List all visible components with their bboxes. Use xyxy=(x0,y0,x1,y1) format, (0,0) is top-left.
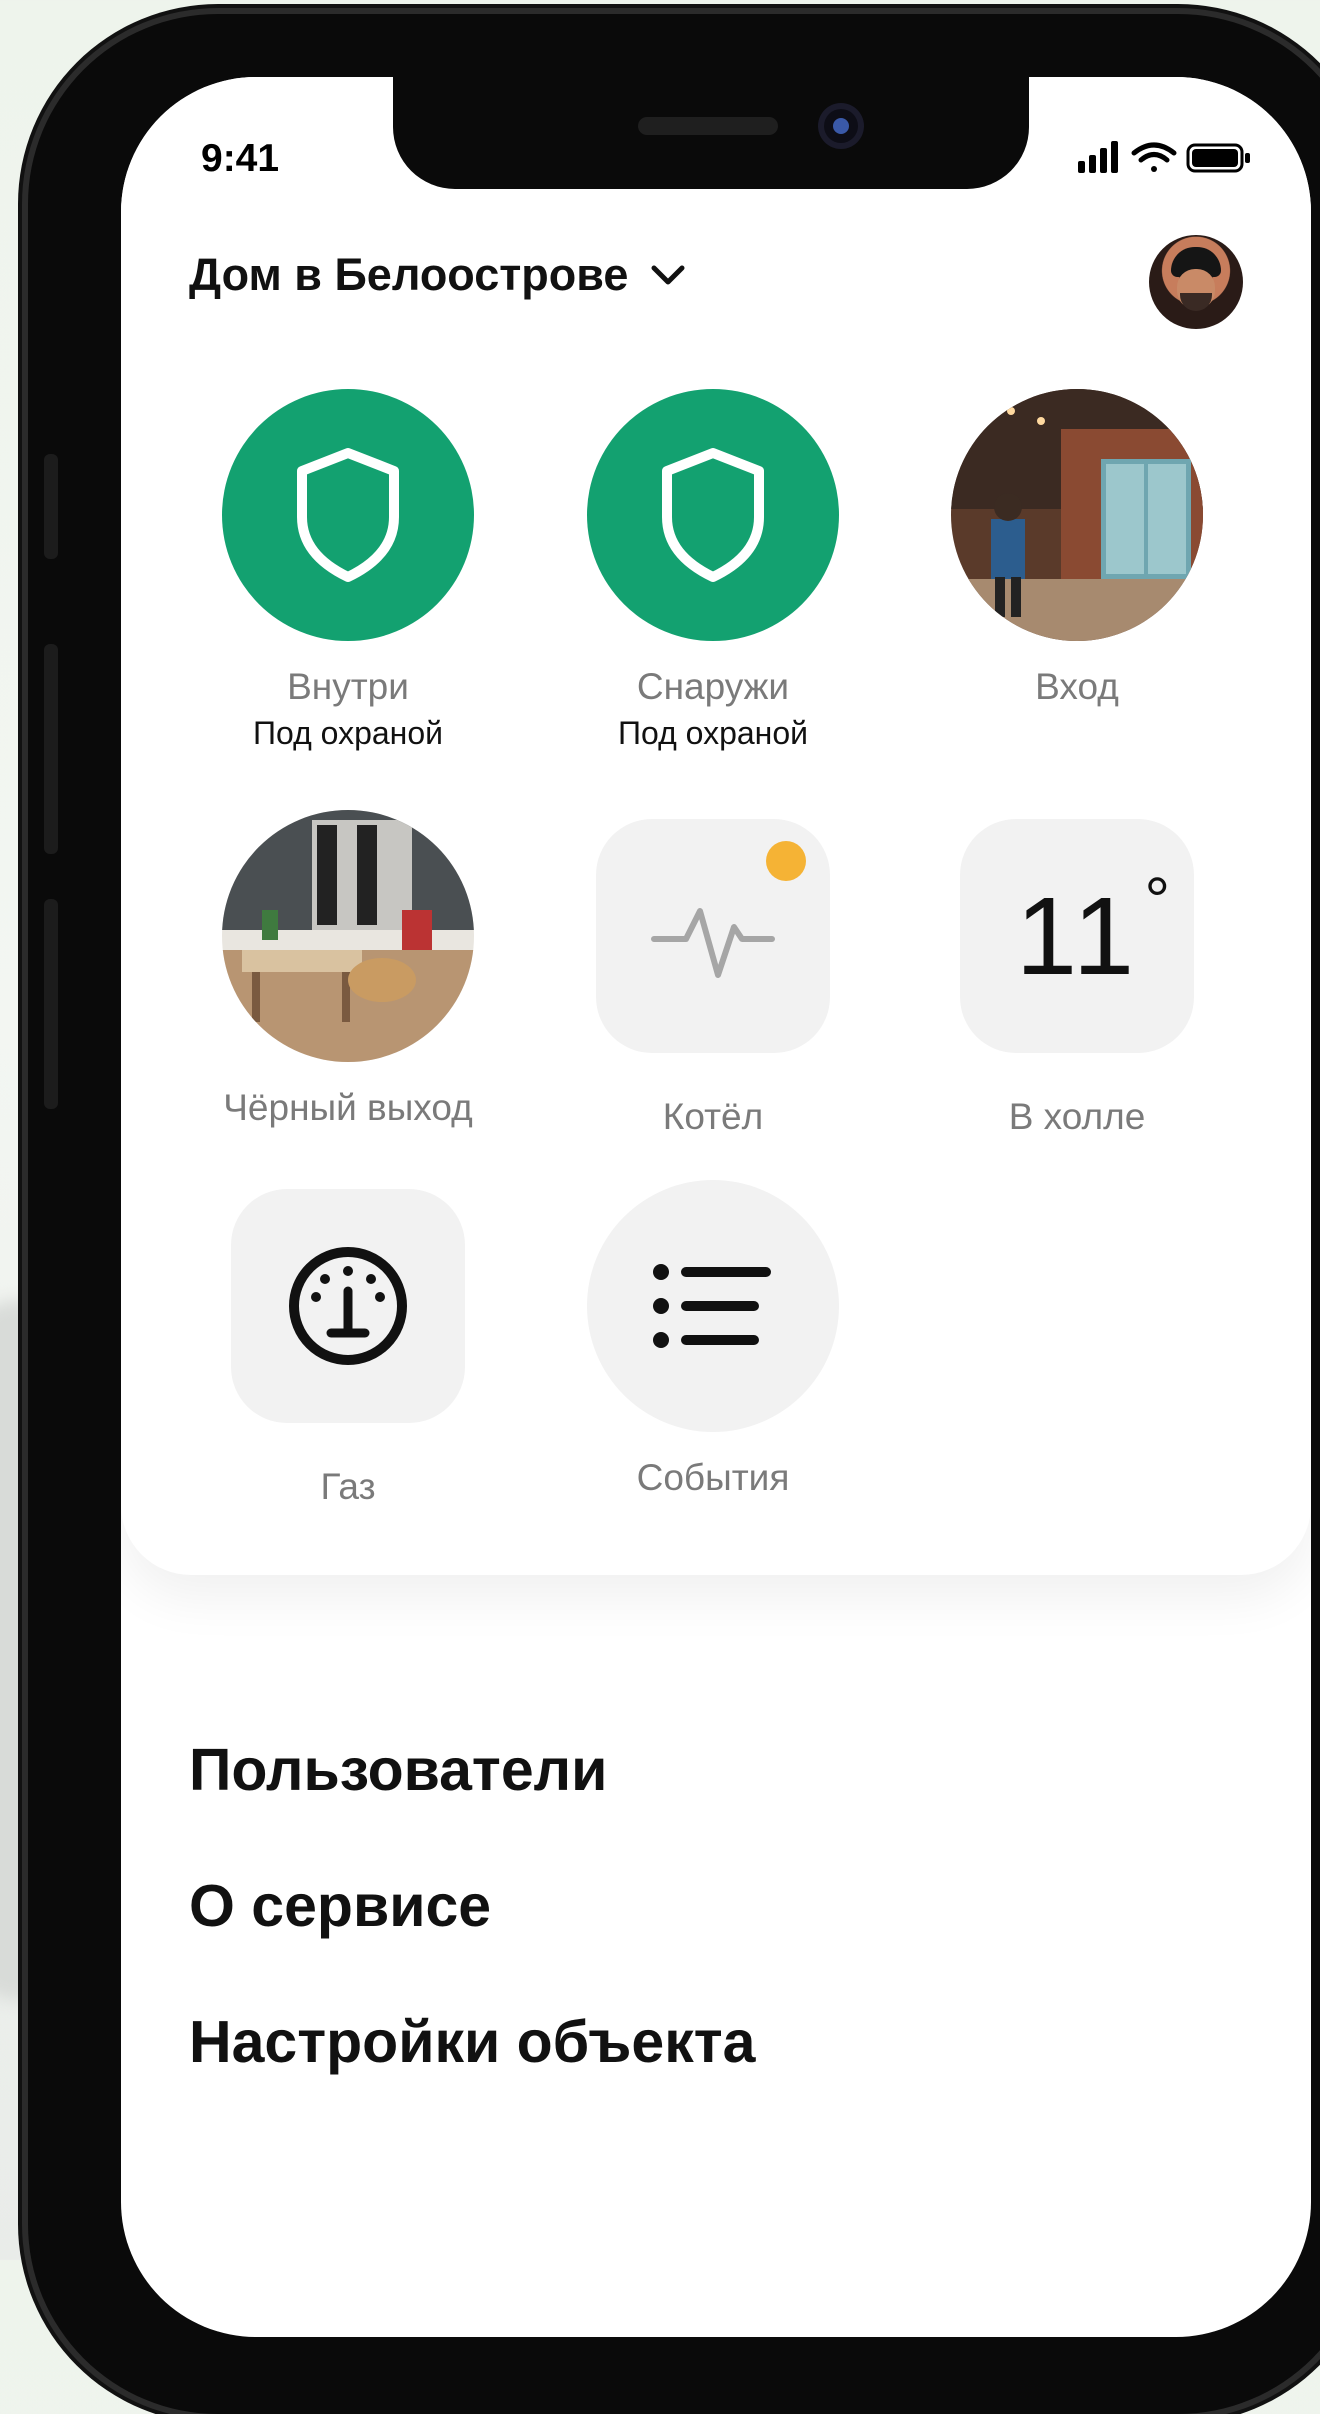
gauge-icon xyxy=(289,1247,407,1365)
volume-up-button xyxy=(44,644,58,854)
temperature-value: 11 ° xyxy=(1015,864,1170,1000)
entrance-photo xyxy=(951,389,1203,641)
tile-boiler-icon-wrap xyxy=(587,819,839,1071)
tile-lobby-icon-wrap: 11 ° xyxy=(951,819,1203,1071)
tile-inside-icon-wrap xyxy=(222,389,474,641)
menu-item-about[interactable]: О сервисе xyxy=(189,1838,755,1974)
tile-outside[interactable]: Снаружи Под охраной xyxy=(563,389,863,753)
tile-back-exit-icon-wrap xyxy=(222,810,474,1062)
tile-boiler-square xyxy=(596,819,830,1053)
menu-item-users[interactable]: Пользователи xyxy=(189,1702,755,1838)
object-selector[interactable]: Дом в Белоострове xyxy=(189,249,690,301)
tile-entrance[interactable]: Вход xyxy=(927,389,1227,709)
status-icons xyxy=(1078,141,1250,173)
wifi-icon xyxy=(1131,142,1177,172)
object-title: Дом в Белоострове xyxy=(189,249,629,300)
avatar-beard xyxy=(1180,293,1212,311)
volume-down-button xyxy=(44,899,58,1109)
shield-icon xyxy=(297,448,399,582)
tile-inside[interactable]: Внутри Под охраной xyxy=(198,389,498,753)
temperature-unit: ° xyxy=(1144,863,1175,936)
list-icon xyxy=(653,1264,771,1348)
tile-boiler-label: Котёл xyxy=(662,1096,764,1137)
tile-outside-status: Под охраной xyxy=(617,715,809,751)
tile-inside-label: Внутри xyxy=(287,666,409,707)
tile-back-exit[interactable]: Чёрный выход xyxy=(198,810,498,1130)
front-camera xyxy=(818,103,864,149)
camera-thumbnail-back-exit xyxy=(222,810,474,1062)
tile-lobby-temperature[interactable]: 11 ° В холле xyxy=(927,810,1227,1139)
devices-card: 9:41 Дом в Белоострове Внутри Под охрано… xyxy=(121,77,1311,1575)
tile-entrance-label: Вход xyxy=(1035,666,1119,707)
phone-frame: 9:41 Дом в Белоострове Внутри Под охрано… xyxy=(28,14,1320,2414)
boiler-alert-badge xyxy=(766,841,806,881)
tile-events-circle xyxy=(587,1180,839,1432)
tile-events[interactable]: События xyxy=(563,1180,863,1500)
mute-switch xyxy=(44,454,58,559)
phone-screen: 9:41 Дом в Белоострове Внутри Под охрано… xyxy=(121,77,1311,2337)
tile-inside-circle xyxy=(222,389,474,641)
tile-gas[interactable]: Газ xyxy=(198,1180,498,1509)
battery-icon xyxy=(1186,143,1250,173)
camera-thumbnail-entrance xyxy=(951,389,1203,641)
tile-outside-label: Снаружи xyxy=(636,666,790,707)
tile-inside-status: Под охраной xyxy=(252,715,444,751)
tile-entrance-icon-wrap xyxy=(951,389,1203,641)
tile-events-icon-wrap xyxy=(587,1180,839,1432)
tile-gas-square xyxy=(231,1189,465,1423)
avatar[interactable] xyxy=(1149,235,1243,329)
tile-boiler[interactable]: Котёл xyxy=(563,810,863,1139)
shield-icon xyxy=(662,448,764,582)
signal-icon xyxy=(1078,141,1118,173)
notch xyxy=(393,77,1029,189)
tile-back-exit-label: Чёрный выход xyxy=(223,1087,473,1128)
tile-gas-label: Газ xyxy=(320,1466,376,1507)
settings-menu: Пользователи О сервисе Настройки объекта xyxy=(189,1702,755,2110)
menu-item-object-settings[interactable]: Настройки объекта xyxy=(189,1974,755,2110)
tile-outside-icon-wrap xyxy=(587,389,839,641)
back-exit-photo xyxy=(222,810,474,1062)
status-time: 9:41 xyxy=(201,137,280,180)
tile-gas-icon-wrap xyxy=(222,1189,474,1441)
speaker-grill xyxy=(638,117,778,135)
pulse-icon xyxy=(651,908,775,978)
tile-events-label: События xyxy=(636,1457,790,1498)
temperature-number: 11 xyxy=(1015,874,1139,998)
tile-lobby-square: 11 ° xyxy=(960,819,1194,1053)
chevron-down-icon xyxy=(651,265,685,285)
tile-outside-circle xyxy=(587,389,839,641)
tile-lobby-label: В холле xyxy=(1008,1096,1146,1137)
